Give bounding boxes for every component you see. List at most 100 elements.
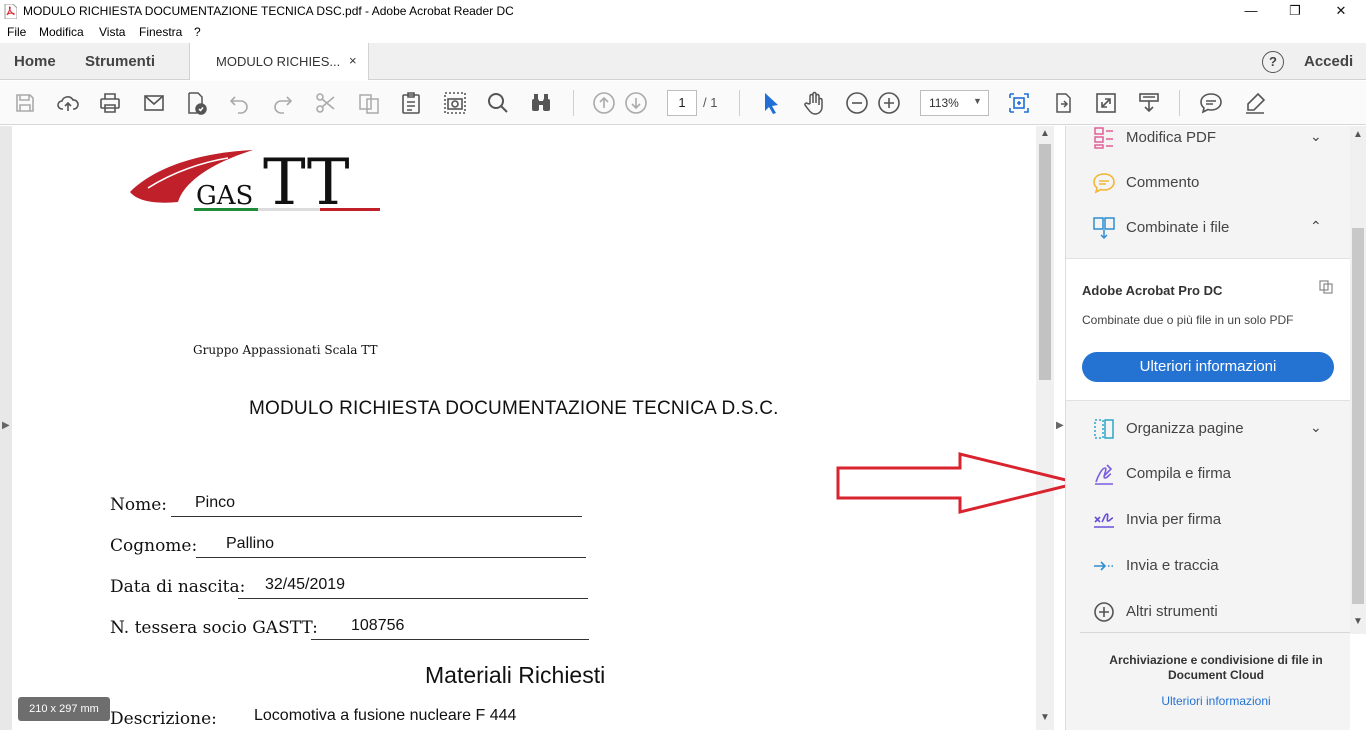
copy-icon[interactable] [357, 91, 381, 115]
fit-page-icon[interactable] [1007, 91, 1031, 115]
tool-combine-files[interactable]: Combinate i file ⌃ [1066, 206, 1350, 250]
tab-bar: Home Strumenti MODULO RICHIES... × ? Acc… [0, 43, 1366, 80]
tab-tools[interactable]: Strumenti [85, 53, 155, 70]
toolbar-separator [573, 90, 574, 116]
highlight-pen-icon[interactable] [1243, 91, 1267, 115]
maximize-button[interactable]: ❐ [1272, 0, 1318, 23]
tool-edit-pdf-label: Modifica PDF [1126, 129, 1217, 146]
menu-finestra[interactable]: Finestra [139, 25, 182, 39]
field-value-nome[interactable]: Pinco [195, 494, 235, 512]
comment-tool-icon[interactable] [1199, 91, 1223, 115]
tool-fill-sign-label: Compila e firma [1126, 465, 1232, 482]
field-line-cognome [196, 557, 586, 558]
full-screen-icon[interactable] [1094, 91, 1118, 115]
email-icon[interactable] [142, 91, 166, 115]
menu-help[interactable]: ? [194, 25, 201, 39]
zoom-out-icon[interactable] [845, 91, 869, 115]
accessibility-check-icon[interactable] [184, 91, 208, 115]
select-cursor-icon[interactable] [759, 91, 783, 115]
redo-icon[interactable] [271, 91, 295, 115]
scroll-down-icon[interactable]: ▼ [1353, 616, 1363, 627]
send-for-signature-icon [1092, 508, 1116, 532]
tool-organize-pages-label: Organizza pagine [1126, 420, 1244, 437]
menu-modifica[interactable]: Modifica [39, 25, 84, 39]
field-label-description: Descrizione: [110, 709, 217, 729]
save-icon[interactable] [13, 91, 37, 115]
chevron-down-icon[interactable]: ⌄ [1310, 128, 1322, 145]
close-tab-icon[interactable]: × [349, 53, 357, 68]
scroll-up-icon[interactable]: ▲ [1353, 129, 1363, 140]
read-mode-icon[interactable] [1137, 91, 1161, 115]
chevron-down-icon: ▼ [973, 96, 982, 106]
tool-send-track-label: Invia e traccia [1126, 557, 1219, 574]
scroll-thumb[interactable] [1352, 228, 1364, 604]
minimize-button[interactable]: — [1228, 0, 1274, 23]
zoom-select[interactable]: 113% ▼ [920, 90, 989, 116]
field-value-birthdate[interactable]: 32/45/2019 [265, 576, 345, 594]
cut-icon[interactable] [314, 91, 338, 115]
menu-vista[interactable]: Vista [99, 25, 125, 39]
sign-in-link[interactable]: Accedi [1304, 53, 1353, 70]
chevron-down-icon[interactable]: ⌄ [1310, 419, 1322, 436]
comment-icon [1092, 171, 1116, 195]
help-icon[interactable]: ? [1262, 51, 1284, 73]
tool-send-track[interactable]: Invia e traccia [1066, 544, 1350, 588]
tool-more-tools-label: Altri strumenti [1126, 603, 1218, 620]
clipboard-icon[interactable] [399, 91, 423, 115]
field-value-membership[interactable]: 108756 [351, 617, 404, 635]
snapshot-icon[interactable] [443, 91, 467, 115]
window-title: MODULO RICHIESTA DOCUMENTAZIONE TECNICA … [23, 4, 514, 18]
tab-home[interactable]: Home [14, 53, 56, 70]
print-icon[interactable] [98, 91, 122, 115]
title-bar: MODULO RICHIESTA DOCUMENTAZIONE TECNICA … [0, 0, 1366, 23]
scroll-thumb[interactable] [1039, 144, 1051, 380]
upload-cloud-icon[interactable] [56, 91, 80, 115]
learn-more-button[interactable]: Ulteriori informazioni [1082, 352, 1334, 382]
right-panel-toggle-icon[interactable]: ▶ [1056, 420, 1064, 431]
copy-icon[interactable] [1318, 279, 1334, 295]
gastt-logo: GAS TT [130, 146, 380, 220]
field-label-membership: N. tessera socio GASTT: [110, 618, 318, 638]
previous-page-icon[interactable] [592, 91, 616, 115]
send-track-icon [1092, 554, 1116, 578]
tools-pane-scrollbar[interactable]: ▲ ▼ [1350, 126, 1366, 634]
field-line-membership [311, 639, 589, 640]
chevron-up-icon[interactable]: ⌃ [1310, 218, 1322, 235]
tool-send-for-signature[interactable]: Invia per firma [1066, 498, 1350, 542]
hand-tool-icon[interactable] [802, 91, 826, 115]
document-cloud-link[interactable]: Ulteriori informazioni [1082, 694, 1350, 708]
scroll-up-icon[interactable]: ▲ [1040, 128, 1050, 139]
next-page-icon[interactable] [624, 91, 648, 115]
menu-bar: File Modifica Vista Finestra ? [0, 23, 1366, 43]
menu-file[interactable]: File [7, 25, 26, 39]
tool-edit-pdf[interactable]: Modifica PDF ⌄ [1066, 116, 1350, 160]
tab-document[interactable]: MODULO RICHIES... × [189, 43, 369, 80]
tool-more-tools[interactable]: Altri strumenti [1066, 590, 1350, 634]
rotate-view-icon[interactable] [1051, 91, 1075, 115]
field-label-cognome: Cognome: [110, 536, 198, 556]
search-icon[interactable] [486, 91, 510, 115]
logo-caption: Gruppo Appassionati Scala TT [193, 343, 378, 357]
tool-fill-sign[interactable]: Compila e firma [1066, 452, 1350, 496]
panel-divider [1080, 632, 1350, 633]
edit-pdf-icon [1092, 126, 1116, 150]
tool-combine-files-label: Combinate i file [1126, 219, 1230, 236]
field-value-cognome[interactable]: Pallino [226, 535, 274, 553]
field-label-nome: Nome: [110, 495, 168, 515]
tool-organize-pages[interactable]: Organizza pagine ⌄ [1066, 407, 1350, 451]
document-title: MODULO RICHIESTA DOCUMENTAZIONE TECNICA … [249, 398, 779, 419]
left-panel-toggle-icon[interactable]: ▶ [2, 420, 10, 431]
red-annotation-arrow [836, 452, 1079, 514]
page-number-input[interactable]: 1 [667, 90, 697, 116]
close-window-button[interactable]: ✕ [1318, 0, 1364, 23]
undo-icon[interactable] [227, 91, 251, 115]
tool-comment[interactable]: Commento [1066, 161, 1350, 205]
field-line-nome [171, 516, 582, 517]
acrobat-pro-promo: Adobe Acrobat Pro DC Combinate due o più… [1066, 258, 1350, 401]
zoom-in-icon[interactable] [877, 91, 901, 115]
field-value-description[interactable]: Locomotiva a fusione nucleare F 444 [254, 707, 516, 725]
pdf-file-icon [4, 4, 17, 19]
document-scrollbar[interactable]: ▲ ▼ [1036, 126, 1054, 730]
scroll-down-icon[interactable]: ▼ [1040, 712, 1050, 723]
find-binoculars-icon[interactable] [529, 91, 553, 115]
